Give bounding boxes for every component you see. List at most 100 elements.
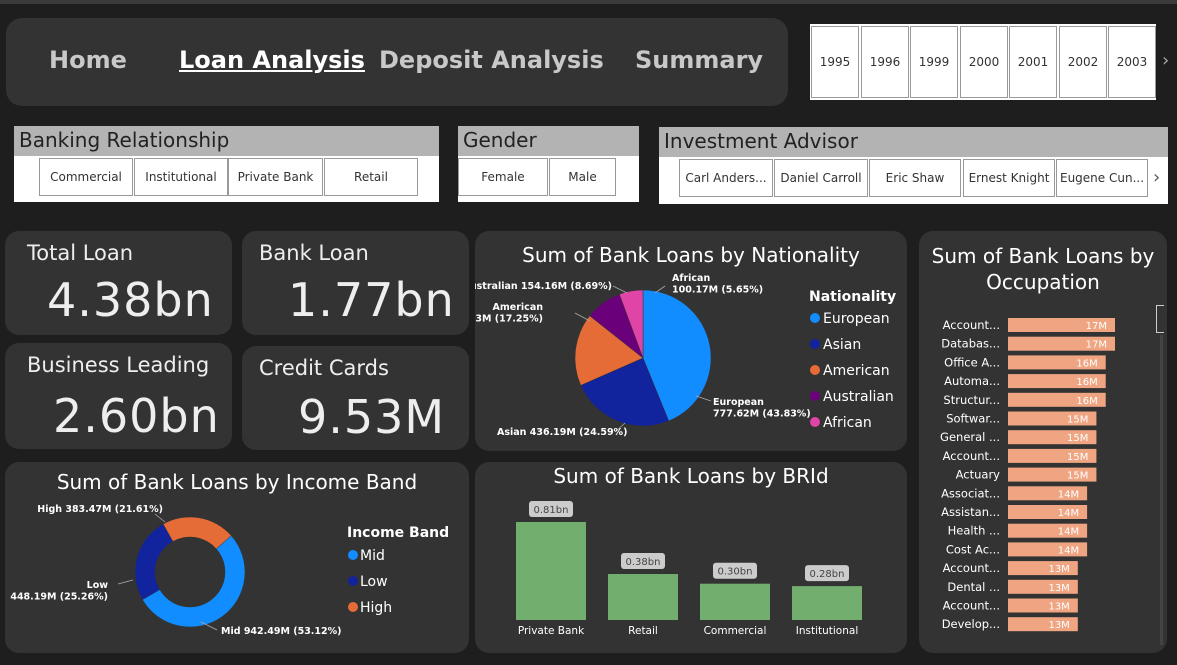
year-option[interactable]: 2000 (960, 26, 1008, 98)
chevron-right-icon[interactable]: › (1162, 50, 1169, 71)
y-tick-label: Account... (943, 318, 1000, 332)
data-label-high: High 383.47M (21.61%) (37, 504, 163, 515)
data-label: 16M (1076, 377, 1097, 388)
data-label: 0.81bn (534, 505, 569, 516)
legend-item-mid: Mid (360, 548, 385, 564)
x-tick-label: Private Bank (518, 625, 585, 637)
data-label: 14M (1058, 545, 1079, 556)
data-label: 0.38bn (626, 557, 661, 568)
data-label-mid: Mid 942.49M (53.12%) (221, 626, 342, 637)
brid-bar-chart: 0.81bn Private Bank 0.38bn Retail 0.30bn Comm… (516, 501, 862, 637)
chevron-right-icon[interactable]: › (1153, 167, 1160, 188)
legend-marker (348, 550, 358, 560)
kpi-card-bank-loan: Bank Loan 1.77bn (242, 231, 469, 335)
y-tick-label: Databas... (941, 337, 1000, 351)
year-option[interactable]: 2002 (1059, 26, 1107, 98)
legend-item-low: Low (360, 574, 388, 590)
y-tick-label: Account... (943, 599, 1000, 613)
leader-line (574, 312, 591, 322)
legend-title: Income Band (347, 525, 449, 541)
slicer-option-advisor[interactable]: Eugene Cun... (1056, 159, 1148, 197)
year-option[interactable]: 2001 (1009, 26, 1057, 98)
year-option[interactable]: 1995 (811, 26, 859, 98)
data-label: 16M (1076, 358, 1097, 369)
slicer-option-institutional[interactable]: Institutional (134, 158, 228, 196)
legend-marker (810, 365, 820, 375)
nav-summary[interactable]: Summary (635, 46, 763, 74)
slicer-option-female[interactable]: Female (458, 158, 548, 196)
slicer-option-advisor[interactable]: Daniel Carroll (774, 159, 868, 197)
data-label-low: Low 448.19M (25.26%) (10, 580, 108, 602)
data-label: 17M (1086, 340, 1107, 351)
data-label: 0.30bn (718, 567, 753, 578)
scrollbar-handle[interactable] (1156, 305, 1164, 333)
data-label: 15M (1067, 471, 1088, 482)
slicer-option-male[interactable]: Male (549, 158, 616, 196)
bar (700, 583, 770, 620)
y-tick-label: Develop... (942, 617, 1000, 631)
x-tick-label: Retail (628, 625, 658, 637)
occupation-bar-chart-card: Sum of Bank Loans by Occupation 17M Accou… (919, 231, 1167, 653)
y-tick-label: General ... (940, 430, 1000, 444)
kpi-card-business-leading: Business Leading 2.60bn (5, 343, 232, 449)
brid-bar-chart-card: Sum of Bank Loans by BRId 0.81bn Private … (475, 462, 907, 653)
legend-marker (810, 313, 820, 323)
slicer-title: Investment Advisor (659, 127, 1168, 157)
slicer-option-retail[interactable]: Retail (324, 158, 418, 196)
nav-deposit-analysis[interactable]: Deposit Analysis (379, 46, 604, 74)
slicer-option-commercial[interactable]: Commercial (39, 158, 133, 196)
slicer-option-advisor[interactable]: Ernest Knight (963, 159, 1055, 197)
legend-marker (348, 576, 358, 586)
slicer-option-advisor[interactable]: Carl Anders... (679, 159, 773, 197)
data-label: 15M (1067, 415, 1088, 426)
legend-marker (810, 391, 820, 401)
bar (608, 574, 678, 620)
occupation-bar-chart: 17M Account... 17M Databas... 16M Office A...… (940, 318, 1115, 632)
year-option[interactable]: 1996 (861, 26, 909, 98)
gender-slicer: Gender Female Male (458, 126, 639, 202)
data-label: 13M (1048, 620, 1069, 631)
y-tick-label: Actuary (956, 468, 1001, 482)
data-label-african: African 100.17M (5.65%) (672, 273, 763, 295)
y-tick-label: Cost Ac... (946, 542, 1000, 556)
bar (792, 586, 862, 620)
top-strip (0, 0, 1177, 4)
scrollbar-track[interactable] (1160, 335, 1163, 645)
data-label: 13M (1048, 602, 1069, 613)
data-label: 16M (1076, 396, 1097, 407)
leader-line (695, 395, 712, 402)
y-tick-label: Health ... (948, 524, 1000, 538)
kpi-value: 9.53M (298, 390, 446, 444)
kpi-label: Credit Cards (259, 356, 389, 380)
legend-item-european: European (823, 311, 890, 327)
nationality-pie-chart-card: Sum of Bank Loans by Nationality Europea… (475, 231, 907, 451)
income-band-donut-chart-card: Sum of Bank Loans by Income Band Mid 942… (5, 462, 469, 653)
kpi-value: 4.38bn (47, 273, 214, 327)
y-tick-label: Account... (943, 449, 1000, 463)
legend-item-american: American (823, 363, 890, 379)
kpi-label: Business Leading (27, 353, 210, 377)
y-tick-label: Associat... (941, 486, 1000, 500)
slicer-option-advisor[interactable]: Eric Shaw (869, 159, 961, 197)
kpi-label: Total Loan (27, 241, 134, 265)
data-label-american: American306.03M (17.25%) (475, 302, 543, 324)
year-option[interactable]: 2003 (1108, 26, 1156, 98)
nav-home[interactable]: Home (49, 46, 127, 74)
data-label: 13M (1048, 583, 1069, 594)
slicer-title: Banking Relationship (14, 126, 439, 156)
year-option[interactable]: 1999 (910, 26, 958, 98)
data-label-european: European 777.62M (43.83%) (713, 397, 811, 419)
legend-item-african: African (823, 415, 872, 431)
leader-line (117, 579, 134, 585)
legend-item-high: High (360, 600, 392, 616)
y-tick-label: Assistan... (941, 505, 1000, 519)
y-tick-label: Dental ... (947, 580, 1000, 594)
nav-loan-analysis[interactable]: Loan Analysis (179, 46, 365, 74)
income-band-donut-chart: Mid 942.49M (53.12%) Low 448.19M (25.26%) H… (10, 504, 449, 637)
legend-item-asian: Asian (823, 337, 861, 353)
y-tick-label: Structur... (943, 393, 1000, 407)
kpi-card-total-loan: Total Loan 4.38bn (5, 231, 232, 335)
data-label: 15M (1067, 433, 1088, 444)
slicer-option-private-bank[interactable]: Private Bank (228, 158, 323, 196)
legend-item-australian: Australian (823, 389, 894, 405)
